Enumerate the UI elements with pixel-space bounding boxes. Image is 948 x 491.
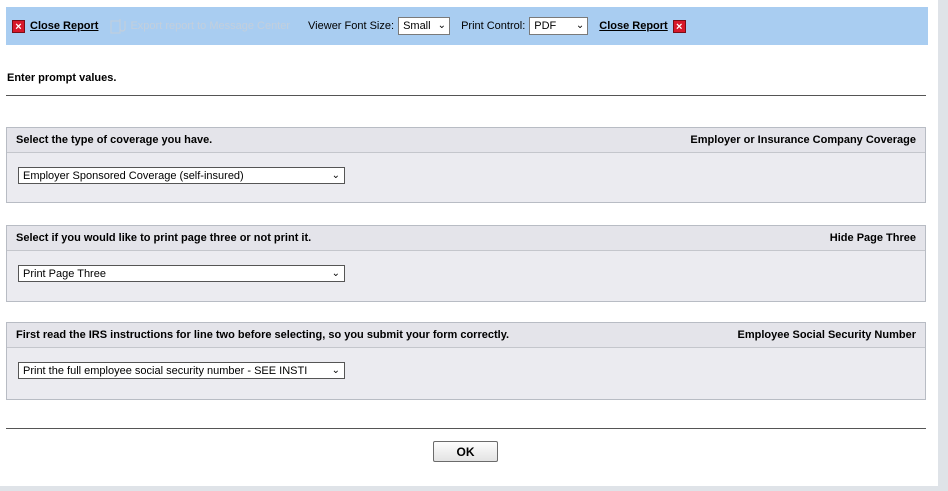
export-icon xyxy=(110,18,127,34)
report-viewer-frame: × Close Report Export report to Message … xyxy=(0,0,938,486)
ssn-print-value: Print the full employee social security … xyxy=(23,364,308,377)
viewer-font-size-select[interactable]: Small ⌄ xyxy=(398,17,451,35)
divider xyxy=(6,428,926,429)
close-report-link-right[interactable]: Close Report xyxy=(599,20,667,32)
viewer-font-size-label: Viewer Font Size: xyxy=(308,20,395,32)
close-report-link-left[interactable]: Close Report xyxy=(30,20,98,32)
print-control-select[interactable]: PDF ⌄ xyxy=(529,17,589,35)
viewer-font-size-value: Small xyxy=(403,20,431,32)
export-report-link: Export report to Message Center xyxy=(130,20,291,32)
prompt-question: Select if you would like to print page t… xyxy=(16,232,312,244)
ssn-print-select[interactable]: Print the full employee social security … xyxy=(18,362,345,379)
prompt-question: Select the type of coverage you have. xyxy=(16,134,213,146)
section-body: Print Page Three ⌄ xyxy=(7,251,925,301)
prompt-section-page-three: Select if you would like to print page t… xyxy=(6,225,926,302)
section-header: Select the type of coverage you have. Em… xyxy=(7,128,925,153)
chevron-down-icon: ⌄ xyxy=(331,364,340,376)
prompt-question: First read the IRS instructions for line… xyxy=(16,329,510,341)
prompt-parameter-name: Employee Social Security Number xyxy=(737,329,916,341)
chevron-down-icon: ⌄ xyxy=(437,20,447,31)
page-three-select[interactable]: Print Page Three ⌄ xyxy=(18,265,345,282)
toolbar: × Close Report Export report to Message … xyxy=(6,7,928,45)
chevron-down-icon: ⌄ xyxy=(575,20,585,31)
section-header: Select if you would like to print page t… xyxy=(7,226,925,251)
prompt-section-coverage: Select the type of coverage you have. Em… xyxy=(6,127,926,203)
prompt-parameter-name: Hide Page Three xyxy=(829,232,916,244)
section-body: Print the full employee social security … xyxy=(7,348,925,398)
chevron-down-icon: ⌄ xyxy=(331,169,340,181)
divider xyxy=(6,95,926,96)
chevron-down-icon: ⌄ xyxy=(331,267,340,279)
print-control-value: PDF xyxy=(534,20,557,32)
page-title: Enter prompt values. xyxy=(7,72,117,84)
print-control-label: Print Control: xyxy=(461,20,526,32)
coverage-type-select[interactable]: Employer Sponsored Coverage (self-insure… xyxy=(18,167,345,184)
section-header: First read the IRS instructions for line… xyxy=(7,323,925,348)
prompt-section-ssn: First read the IRS instructions for line… xyxy=(6,322,926,400)
section-body: Employer Sponsored Coverage (self-insure… xyxy=(7,153,925,203)
ok-button[interactable]: OK xyxy=(433,441,498,462)
close-icon[interactable]: × xyxy=(12,19,25,33)
close-icon[interactable]: × xyxy=(672,19,686,33)
page-three-value: Print Page Three xyxy=(23,267,106,280)
coverage-type-value: Employer Sponsored Coverage (self-insure… xyxy=(23,169,244,182)
prompt-parameter-name: Employer or Insurance Company Coverage xyxy=(690,134,916,146)
